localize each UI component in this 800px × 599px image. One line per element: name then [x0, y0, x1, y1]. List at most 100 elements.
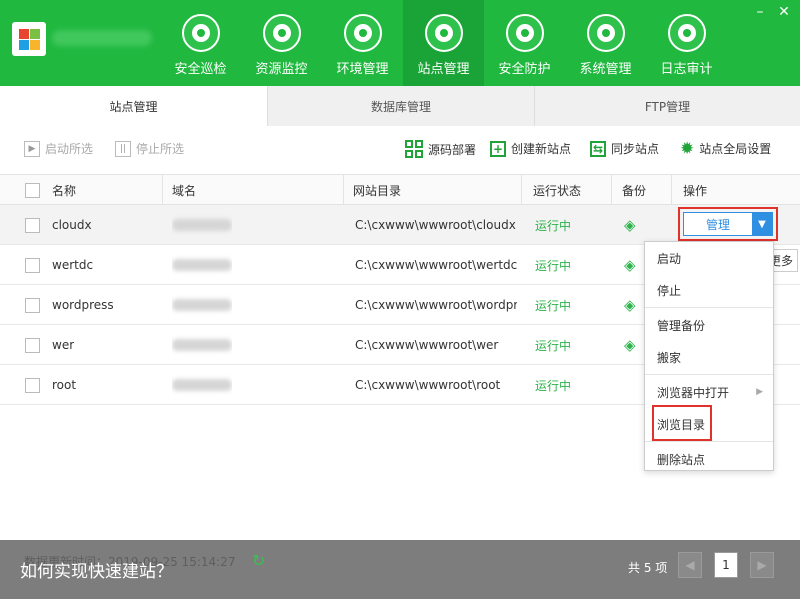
nav-system-management[interactable]: 系统管理 [565, 0, 646, 86]
status-text: 运行中 [535, 218, 572, 233]
row-checkbox[interactable] [25, 217, 40, 233]
prev-page-button[interactable]: ◀ [678, 552, 702, 578]
header-domain[interactable]: 域名 [172, 175, 196, 205]
nav-security-protection[interactable]: 安全防护 [484, 0, 565, 86]
gear-screen-icon [586, 14, 625, 52]
total-count: 共 5 项 [628, 561, 668, 575]
row-checkbox[interactable] [25, 337, 40, 353]
nav-label: 环境管理 [336, 62, 389, 77]
backup-layers-icon[interactable]: ◈ [624, 245, 636, 285]
table-header: 名称 域名 网站目录 运行状态 备份 操作 [0, 174, 800, 205]
building-icon [343, 14, 382, 52]
menu-item-open-in-browser[interactable]: 浏览器中打开 ▶ [645, 376, 773, 408]
deploy-source-label: 源码部署 [428, 142, 477, 157]
row-checkbox[interactable] [25, 297, 40, 313]
site-dir: C:\cxwww\wwwroot\root [355, 378, 501, 392]
menu-item-start[interactable]: 启动 [645, 242, 773, 274]
refresh-icon[interactable]: ↻ [252, 551, 265, 570]
plus-icon: + [490, 140, 506, 157]
status-text: 运行中 [535, 258, 572, 273]
site-dir: C:\cxwww\wwwroot\wer [355, 338, 499, 352]
tab-bar: 站点管理 数据库管理 FTP管理 [0, 86, 800, 126]
status-text: 运行中 [535, 298, 572, 313]
backup-layers-icon[interactable]: ◈ [624, 325, 636, 365]
monitor-icon [262, 14, 301, 52]
manage-label: 管理 [705, 217, 730, 232]
menu-item-manage-backup[interactable]: 管理备份 [645, 309, 773, 341]
header-backup: 备份 [622, 183, 647, 198]
menu-item-delete-site[interactable]: 删除站点 [645, 443, 773, 475]
site-name: root [52, 378, 77, 392]
manage-button-highlight: 管理 ▼ [678, 207, 778, 241]
title-bar: – ✕ 安全巡检 资源监控 环境管理 站点管理 安全防护 系统管理 日志审计 [0, 0, 800, 86]
caption-text: 如何实现快速建站？ [20, 562, 173, 582]
nav-log-audit[interactable]: 日志审计 [646, 0, 727, 86]
tab-site-management[interactable]: 站点管理 [0, 86, 267, 126]
site-name: wertdc [52, 258, 94, 272]
globe-icon [424, 14, 463, 52]
backup-layers-icon[interactable]: ◈ [624, 205, 636, 245]
nav-label: 安全巡检 [174, 62, 227, 77]
sync-site-button[interactable]: ⇆ 同步站点 [590, 140, 659, 157]
deploy-source-button[interactable]: 源码部署 [405, 140, 476, 158]
manage-button[interactable]: 管理 ▼ [683, 212, 773, 236]
tab-ftp-management[interactable]: FTP管理 [534, 86, 800, 126]
global-settings-button[interactable]: ✹ 站点全局设置 [680, 140, 771, 157]
header-status[interactable]: 运行状态 [533, 175, 581, 205]
site-name: wer [52, 338, 75, 352]
sync-site-label: 同步站点 [611, 142, 660, 156]
domain-blurred [172, 259, 232, 271]
start-selected-label: 启动所选 [45, 142, 94, 156]
main-nav: 安全巡检 资源监控 环境管理 站点管理 安全防护 系统管理 日志审计 [160, 0, 727, 86]
minimize-button[interactable]: – [752, 4, 768, 20]
nav-security-inspection[interactable]: 安全巡检 [160, 0, 241, 86]
stop-selected-button[interactable]: || 停止所选 [115, 140, 184, 157]
domain-blurred [172, 219, 232, 231]
next-page-button[interactable]: ▶ [750, 552, 774, 578]
app-title-blurred [52, 30, 152, 46]
shield-icon [505, 14, 544, 52]
header-name[interactable]: 名称 [52, 175, 76, 205]
browse-directory-highlight [652, 405, 712, 441]
header-dir[interactable]: 网站目录 [353, 175, 401, 205]
sync-icon: ⇆ [590, 140, 606, 157]
nav-label: 日志审计 [660, 62, 713, 77]
nav-label: 站点管理 [417, 62, 470, 77]
toolbar: ▶ 启动所选 || 停止所选 源码部署 + 创建新站点 ⇆ 同步站点 ✹ 站点全… [0, 126, 800, 174]
domain-blurred [172, 379, 232, 391]
gear-icon: ✹ [680, 138, 695, 159]
menu-item-stop[interactable]: 停止 [645, 274, 773, 306]
header-ops: 操作 [683, 183, 708, 198]
nav-site-management[interactable]: 站点管理 [403, 0, 484, 86]
status-text: 运行中 [535, 338, 572, 353]
nav-resource-monitor[interactable]: 资源监控 [241, 0, 322, 86]
nav-environment[interactable]: 环境管理 [322, 0, 403, 86]
caret-down-icon[interactable]: ▼ [752, 213, 772, 235]
submenu-arrow-icon: ▶ [756, 387, 763, 397]
current-page[interactable]: 1 [714, 552, 738, 578]
menu-item-migrate[interactable]: 搬家 [645, 341, 773, 373]
tab-database-management[interactable]: 数据库管理 [267, 86, 534, 126]
row-checkbox[interactable] [25, 257, 40, 273]
domain-blurred [172, 339, 232, 351]
backup-layers-icon[interactable]: ◈ [624, 285, 636, 325]
nav-label: 资源监控 [255, 62, 308, 77]
site-name: wordpress [52, 298, 114, 312]
play-icon: ▶ [24, 140, 40, 157]
select-all-checkbox[interactable] [25, 175, 40, 205]
menu-item-label: 浏览器中打开 [657, 385, 730, 400]
site-dir: C:\cxwww\wwwroot\cloudx [355, 218, 516, 232]
nav-label: 系统管理 [579, 62, 632, 77]
create-site-label: 创建新站点 [511, 142, 572, 156]
row-checkbox[interactable] [25, 377, 40, 393]
close-button[interactable]: ✕ [776, 4, 792, 20]
app-logo-icon [12, 22, 46, 56]
start-selected-button[interactable]: ▶ 启动所选 [24, 140, 93, 157]
stop-selected-label: 停止所选 [136, 142, 185, 156]
global-settings-label: 站点全局设置 [699, 142, 772, 156]
domain-blurred [172, 299, 232, 311]
create-site-button[interactable]: + 创建新站点 [490, 140, 571, 157]
grid-icon [405, 140, 423, 158]
site-dir: C:\cxwww\wwwroot\wordpr [355, 298, 517, 312]
document-icon [667, 14, 706, 52]
